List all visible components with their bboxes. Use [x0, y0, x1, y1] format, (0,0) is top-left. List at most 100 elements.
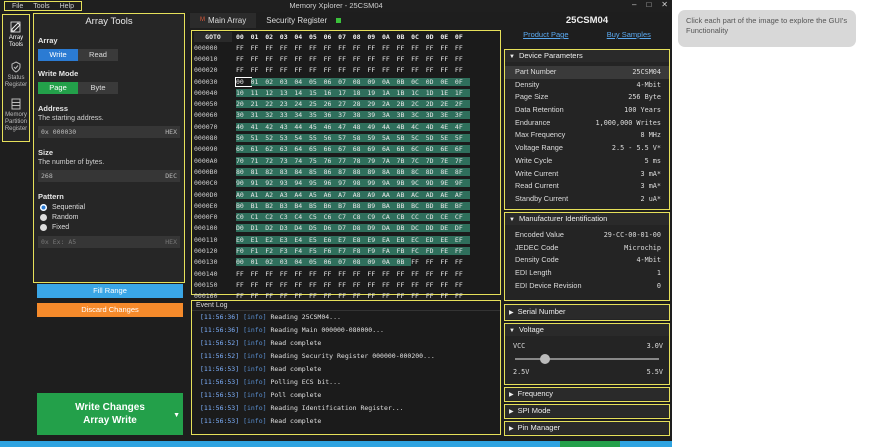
- hex-byte[interactable]: FF: [440, 66, 455, 74]
- hex-byte[interactable]: 05: [308, 258, 324, 267]
- hex-byte[interactable]: FF: [324, 270, 339, 278]
- hex-byte[interactable]: 48: [352, 122, 368, 131]
- hex-byte[interactable]: 38: [352, 111, 368, 120]
- hex-byte[interactable]: FF: [426, 281, 441, 289]
- pattern-sequential[interactable]: Sequential: [40, 204, 184, 211]
- hex-byte[interactable]: 0E: [440, 77, 455, 86]
- spi-mode-section[interactable]: ▶ SPI Mode: [504, 404, 670, 419]
- hex-byte[interactable]: 6C: [411, 145, 426, 154]
- hex-byte[interactable]: 7A: [381, 156, 397, 165]
- hex-byte[interactable]: 9D: [425, 179, 441, 188]
- hex-byte[interactable]: 72: [265, 156, 280, 165]
- hex-byte[interactable]: FF: [454, 246, 470, 255]
- hex-byte[interactable]: 8D: [425, 167, 441, 176]
- hex-byte[interactable]: FF: [280, 270, 295, 278]
- hex-byte[interactable]: 64: [294, 145, 309, 154]
- spi-mode-header[interactable]: ▶ SPI Mode: [505, 405, 669, 417]
- hex-byte[interactable]: DA: [381, 224, 397, 233]
- hex-byte[interactable]: AD: [425, 190, 441, 199]
- hex-byte[interactable]: FF: [411, 258, 426, 266]
- hex-byte[interactable]: 94: [294, 179, 309, 188]
- hex-byte[interactable]: C5: [308, 213, 324, 222]
- hex-byte[interactable]: A6: [323, 190, 339, 199]
- hex-byte[interactable]: AA: [381, 190, 397, 199]
- hex-byte[interactable]: FF: [294, 66, 309, 74]
- hex-byte[interactable]: C0: [236, 213, 251, 222]
- hex-byte[interactable]: 8F: [454, 167, 470, 176]
- hex-byte[interactable]: 63: [279, 145, 295, 154]
- hex-byte[interactable]: 0C: [411, 77, 426, 86]
- hex-byte[interactable]: FF: [411, 270, 426, 278]
- hex-byte[interactable]: 4E: [440, 122, 455, 131]
- hex-byte[interactable]: 26: [323, 100, 339, 109]
- hex-byte[interactable]: FF: [426, 292, 441, 300]
- hex-byte[interactable]: FF: [236, 270, 251, 278]
- hex-byte[interactable]: FF: [440, 292, 455, 300]
- hex-byte[interactable]: 4C: [411, 122, 426, 131]
- hex-byte[interactable]: BF: [454, 201, 470, 210]
- hex-byte[interactable]: 1A: [381, 88, 397, 97]
- hex-byte[interactable]: 15: [308, 88, 324, 97]
- hex-byte[interactable]: 01: [250, 77, 266, 86]
- sidebar-item-status-register[interactable]: Status Register: [3, 55, 29, 95]
- hex-byte[interactable]: FF: [455, 270, 470, 278]
- hex-byte[interactable]: D7: [338, 224, 353, 233]
- menu-tools[interactable]: Tools: [28, 3, 54, 10]
- hex-byte[interactable]: 03: [279, 77, 295, 86]
- hex-byte[interactable]: FF: [251, 281, 266, 289]
- hex-byte[interactable]: FF: [455, 55, 470, 63]
- hex-byte[interactable]: FF: [397, 281, 412, 289]
- hex-byte[interactable]: FF: [455, 281, 470, 289]
- hex-byte[interactable]: C4: [294, 213, 309, 222]
- hex-byte[interactable]: 04: [294, 77, 309, 86]
- hex-byte[interactable]: C7: [338, 213, 353, 222]
- size-input[interactable]: 268 DEC: [38, 170, 180, 182]
- discard-changes-button[interactable]: Discard Changes: [37, 303, 183, 317]
- hex-byte[interactable]: FF: [426, 258, 441, 266]
- hex-byte[interactable]: FF: [265, 270, 280, 278]
- hex-byte[interactable]: 06: [323, 258, 339, 267]
- hex-byte[interactable]: 10: [236, 88, 251, 97]
- hex-byte[interactable]: 5D: [425, 134, 441, 143]
- hex-byte[interactable]: DE: [440, 224, 455, 233]
- hex-byte[interactable]: 5F: [454, 134, 470, 143]
- hex-byte[interactable]: FF: [294, 270, 309, 278]
- hex-byte[interactable]: 0F: [454, 77, 470, 86]
- hex-byte[interactable]: 37: [338, 111, 353, 120]
- hex-byte[interactable]: B3: [279, 201, 295, 210]
- hex-byte[interactable]: FF: [411, 281, 426, 289]
- hex-byte[interactable]: FF: [294, 292, 309, 300]
- hex-byte[interactable]: 66: [323, 145, 339, 154]
- hex-byte[interactable]: FF: [367, 281, 382, 289]
- hex-byte[interactable]: FF: [338, 281, 353, 289]
- hex-byte[interactable]: FF: [397, 292, 412, 300]
- device-parameters-header[interactable]: ▼ Device Parameters: [505, 50, 669, 62]
- hex-byte[interactable]: E0: [236, 235, 251, 244]
- hex-byte[interactable]: B5: [308, 201, 324, 210]
- hex-byte[interactable]: EA: [381, 235, 397, 244]
- hex-byte[interactable]: FF: [265, 292, 280, 300]
- hex-byte[interactable]: FF: [397, 270, 412, 278]
- hex-byte[interactable]: FF: [353, 270, 368, 278]
- hex-byte[interactable]: FF: [426, 55, 441, 63]
- fixed-pattern-input[interactable]: 0x Ex: A5 HEX: [38, 236, 180, 248]
- hex-byte[interactable]: FF: [411, 44, 426, 52]
- hex-byte[interactable]: 2D: [425, 100, 441, 109]
- hex-byte[interactable]: A1: [250, 190, 266, 199]
- hex-byte[interactable]: 32: [265, 111, 280, 120]
- hex-byte[interactable]: 11: [250, 88, 266, 97]
- hex-byte[interactable]: 1C: [411, 88, 426, 97]
- serial-number-section[interactable]: ▶ Serial Number: [504, 304, 670, 321]
- hex-byte[interactable]: 45: [308, 122, 324, 131]
- read-option[interactable]: Read: [78, 49, 118, 61]
- hex-byte[interactable]: FF: [294, 55, 309, 63]
- hex-byte[interactable]: 58: [352, 134, 368, 143]
- hex-byte[interactable]: FF: [440, 281, 455, 289]
- hex-byte[interactable]: FF: [294, 281, 309, 289]
- hex-byte[interactable]: CC: [411, 213, 426, 222]
- hex-byte[interactable]: 4B: [396, 122, 412, 131]
- hex-byte[interactable]: FE: [440, 246, 455, 255]
- hex-byte[interactable]: AB: [396, 190, 412, 199]
- hex-byte[interactable]: BA: [381, 201, 397, 210]
- product-page-link[interactable]: Product Page: [523, 29, 568, 41]
